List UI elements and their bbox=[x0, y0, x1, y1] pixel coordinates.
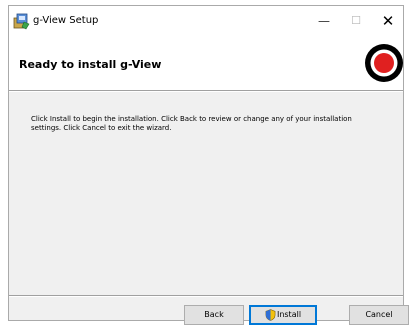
banner-divider-highlight bbox=[9, 91, 403, 92]
close-button[interactable]: ✕ bbox=[373, 6, 403, 36]
page-title: Ready to install g-View bbox=[19, 58, 162, 71]
window-title: g-View Setup bbox=[33, 15, 99, 26]
installer-package-icon bbox=[13, 13, 30, 30]
minimize-button[interactable]: — bbox=[309, 6, 339, 36]
uac-shield-icon bbox=[265, 308, 276, 321]
install-message: Click Install to begin the installation.… bbox=[31, 115, 352, 132]
instructions-text: Click Install to begin the installation.… bbox=[31, 115, 371, 133]
back-button-label: Back bbox=[204, 310, 224, 319]
setup-window: g-View Setup — ☐ ✕ Ready to install g-Vi… bbox=[8, 5, 409, 325]
title-bar[interactable]: g-View Setup — ☐ ✕ bbox=[9, 6, 403, 36]
footer-divider-highlight bbox=[9, 296, 403, 297]
cancel-button[interactable]: Cancel bbox=[349, 305, 409, 325]
back-button[interactable]: Back bbox=[184, 305, 244, 325]
install-button-label: Install bbox=[276, 310, 302, 319]
maximize-button[interactable]: ☐ bbox=[341, 6, 371, 36]
header-banner: Ready to install g-View bbox=[9, 36, 403, 90]
install-button[interactable]: Install bbox=[249, 305, 317, 325]
cancel-button-label: Cancel bbox=[365, 310, 393, 319]
g-view-logo-icon bbox=[365, 44, 403, 82]
